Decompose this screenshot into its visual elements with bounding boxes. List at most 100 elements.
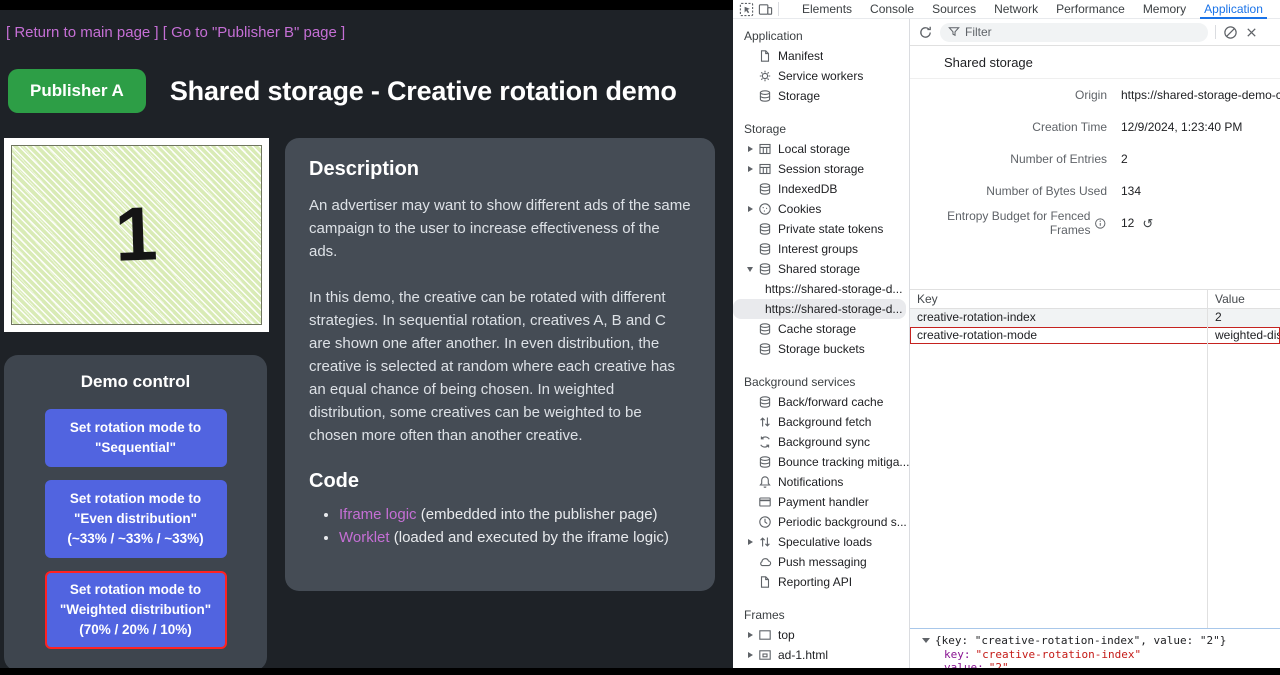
tree-item-session-storage[interactable]: Session storage bbox=[733, 159, 909, 179]
tree-item-shared-storage-origin-1[interactable]: https://shared-storage-d... bbox=[733, 279, 909, 299]
tree-arrow-icon[interactable] bbox=[743, 412, 758, 432]
tree-item-local-storage[interactable]: Local storage bbox=[733, 139, 909, 159]
info-icon[interactable] bbox=[1094, 217, 1107, 230]
tree-arrow-icon[interactable] bbox=[743, 66, 758, 86]
rotation-sequential-button[interactable]: Set rotation mode to "Sequential" bbox=[45, 409, 227, 467]
tree-arrow-icon[interactable] bbox=[743, 159, 758, 179]
tree-item-private-state-tokens[interactable]: Private state tokens bbox=[733, 219, 909, 239]
section-application[interactable]: Application bbox=[733, 26, 909, 46]
worklet-link[interactable]: Worklet bbox=[339, 529, 390, 546]
tree-arrow-icon[interactable] bbox=[743, 552, 758, 572]
shared-storage-main: Shared storage Origin https://shared-sto… bbox=[910, 19, 1280, 675]
tree-arrow-icon[interactable] bbox=[743, 625, 758, 645]
tree-arrow-icon[interactable] bbox=[743, 339, 758, 359]
device-toolbar-icon[interactable] bbox=[758, 2, 773, 17]
table-row[interactable]: creative-rotation-index 2 bbox=[910, 309, 1280, 327]
tab-memory[interactable]: Memory bbox=[1134, 0, 1195, 19]
tab-performance[interactable]: Performance bbox=[1047, 0, 1134, 19]
tab-network[interactable]: Network bbox=[985, 0, 1047, 19]
tree-item-back-forward-cache[interactable]: Back/forward cache bbox=[733, 392, 909, 412]
devtools-body: Application Manifest Service workers bbox=[733, 19, 1280, 675]
description-paragraph: In this demo, the creative can be rotate… bbox=[309, 286, 691, 447]
service-worker-icon bbox=[758, 69, 772, 83]
filter-input[interactable] bbox=[965, 25, 1202, 39]
clear-all-icon[interactable] bbox=[1223, 25, 1238, 40]
tree-arrow-icon[interactable] bbox=[743, 219, 758, 239]
inspect-element-icon[interactable] bbox=[739, 2, 754, 17]
tree-item-cache-storage[interactable]: Cache storage bbox=[733, 319, 909, 339]
screen: [ Return to main page ] [ Go to "Publish… bbox=[0, 0, 1280, 675]
tree-item-periodic-background-sync[interactable]: Periodic background s... bbox=[733, 512, 909, 532]
section-background-services[interactable]: Background services bbox=[733, 372, 909, 392]
reset-budget-icon[interactable]: ↺ bbox=[1142, 217, 1153, 230]
table-row[interactable]: creative-rotation-mode weighted-distribu… bbox=[910, 327, 1280, 345]
tree-item-payment-handler[interactable]: Payment handler bbox=[733, 492, 909, 512]
tree-item-frame-top[interactable]: top bbox=[733, 625, 909, 645]
delete-selected-icon[interactable] bbox=[1245, 26, 1258, 39]
shared-storage-toolbar bbox=[910, 19, 1280, 46]
tree-arrow-icon[interactable] bbox=[743, 46, 758, 66]
expand-triangle-icon[interactable] bbox=[922, 638, 930, 643]
iframe-logic-link[interactable]: Iframe logic bbox=[339, 506, 417, 523]
tree-arrow-icon[interactable] bbox=[743, 179, 758, 199]
tree-arrow-icon[interactable] bbox=[743, 86, 758, 106]
tree-arrow-icon[interactable] bbox=[743, 319, 758, 339]
tree-arrow-icon[interactable] bbox=[743, 432, 758, 452]
refresh-icon[interactable] bbox=[918, 25, 933, 40]
tree-arrow-icon[interactable] bbox=[743, 392, 758, 412]
tree-arrow-icon[interactable] bbox=[743, 572, 758, 592]
tree-item-service-workers[interactable]: Service workers bbox=[733, 66, 909, 86]
tree-arrow-icon[interactable] bbox=[743, 645, 758, 665]
tree-item-bounce-tracking[interactable]: Bounce tracking mitiga... bbox=[733, 452, 909, 472]
tree-item-indexeddb[interactable]: IndexedDB bbox=[733, 179, 909, 199]
section-frames[interactable]: Frames bbox=[733, 605, 909, 625]
metadata-value: 12/9/2024, 1:23:40 PM bbox=[1121, 120, 1242, 134]
tree-arrow-icon[interactable] bbox=[743, 199, 758, 219]
tab-application[interactable]: Application bbox=[1195, 0, 1272, 19]
tree-item-storage[interactable]: Storage bbox=[733, 86, 909, 106]
metadata-row: Entropy Budget for Fenced Frames 12 ↺ bbox=[910, 207, 1280, 239]
application-sidebar: Application Manifest Service workers bbox=[733, 19, 910, 675]
tree-item-cookies[interactable]: Cookies bbox=[733, 199, 909, 219]
section-storage[interactable]: Storage bbox=[733, 119, 909, 139]
tree-item-speculative-loads[interactable]: Speculative loads bbox=[733, 532, 909, 552]
publisher-b-link[interactable]: [ Go to "Publisher B" page ] bbox=[163, 24, 345, 41]
code-list: Iframe logic (embedded into the publishe… bbox=[309, 503, 691, 549]
ad-creative[interactable]: 1 bbox=[11, 145, 262, 325]
tree-item-interest-groups[interactable]: Interest groups bbox=[733, 239, 909, 259]
tree-item-frame-ad1[interactable]: ad-1.html bbox=[733, 645, 909, 665]
tree-item-shared-storage[interactable]: Shared storage bbox=[733, 259, 909, 279]
tab-elements[interactable]: Elements bbox=[793, 0, 861, 19]
tab-sources[interactable]: Sources bbox=[923, 0, 985, 19]
tree-arrow-icon[interactable] bbox=[743, 139, 758, 159]
metadata-label: Creation Time bbox=[910, 120, 1107, 134]
tree-item-label: Notifications bbox=[778, 475, 843, 489]
tree-arrow-icon[interactable] bbox=[743, 259, 758, 279]
tree-item-reporting-api[interactable]: Reporting API bbox=[733, 572, 909, 592]
tree-item-label: Storage buckets bbox=[778, 342, 865, 356]
tree-arrow-icon[interactable] bbox=[743, 512, 758, 532]
ad-creative-frame[interactable]: 1 bbox=[4, 138, 269, 332]
tree-item-notifications[interactable]: Notifications bbox=[733, 472, 909, 492]
tree-arrow-icon[interactable] bbox=[743, 492, 758, 512]
tree-item-background-sync[interactable]: Background sync bbox=[733, 432, 909, 452]
key-value-table: Key Value creative-rotation-index 2 bbox=[910, 289, 1280, 628]
table-cell-key: creative-rotation-index bbox=[910, 309, 1207, 327]
tab-console[interactable]: Console bbox=[861, 0, 923, 19]
tree-item-label: Storage bbox=[744, 122, 786, 136]
column-divider[interactable] bbox=[1207, 290, 1208, 628]
demo-control-title: Demo control bbox=[81, 372, 191, 392]
tree-item-storage-buckets[interactable]: Storage buckets bbox=[733, 339, 909, 359]
tree-arrow-icon[interactable] bbox=[743, 239, 758, 259]
tree-item-push-messaging[interactable]: Push messaging bbox=[733, 552, 909, 572]
tree-item-shared-storage-origin-2[interactable]: https://shared-storage-d... bbox=[733, 299, 906, 319]
rotation-weighted-button[interactable]: Set rotation mode to "Weighted distribut… bbox=[45, 571, 227, 649]
tree-arrow-icon[interactable] bbox=[743, 472, 758, 492]
tree-arrow-icon[interactable] bbox=[743, 532, 758, 552]
tree-arrow-icon[interactable] bbox=[743, 452, 758, 472]
tree-item-manifest[interactable]: Manifest bbox=[733, 46, 909, 66]
rotation-even-button[interactable]: Set rotation mode to "Even distribution"… bbox=[45, 480, 227, 558]
return-main-link[interactable]: [ Return to main page ] bbox=[6, 24, 159, 41]
tree-item-background-fetch[interactable]: Background fetch bbox=[733, 412, 909, 432]
toolbar-separator bbox=[778, 2, 779, 16]
